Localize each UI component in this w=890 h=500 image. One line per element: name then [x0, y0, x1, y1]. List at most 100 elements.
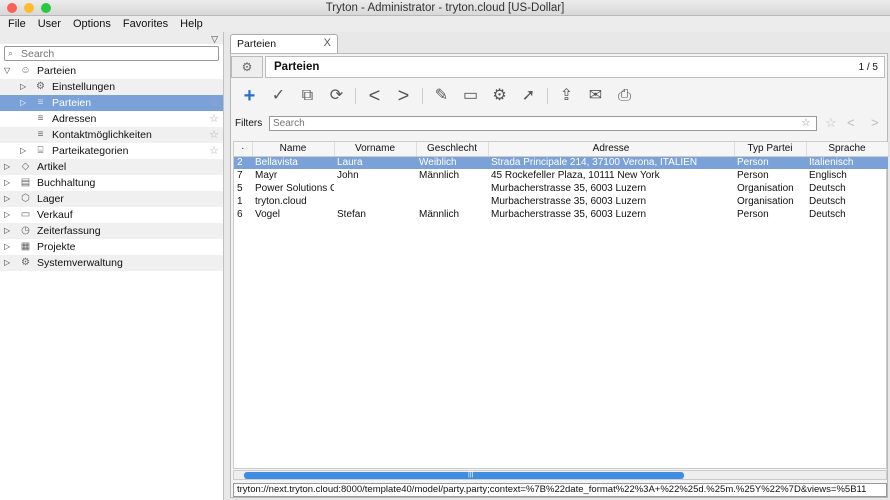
menu-file[interactable]: File	[8, 16, 26, 32]
previous-button[interactable]: <	[360, 85, 389, 107]
url-field[interactable]: tryton://next.tryton.cloud:8000/template…	[233, 483, 887, 497]
sidebar-item-systemverwaltung[interactable]: ▷ ⚙ Systemverwaltung	[0, 255, 223, 271]
cell-sprache: Deutsch	[809, 196, 846, 207]
column-header-typ[interactable]: Typ Partei	[734, 142, 807, 157]
favorite-star-icon[interactable]: ☆	[209, 95, 219, 111]
close-window-button[interactable]	[7, 3, 17, 13]
cell-name: Mayr	[255, 170, 278, 181]
sidebar-search: ⌕	[4, 46, 219, 61]
sidebar-item-parteien[interactable]: ▽ ☺ Parteien	[0, 63, 223, 79]
horizontal-scrollbar[interactable]: |||	[233, 470, 887, 480]
table-row[interactable]: 1 tryton.cloud Murbacherstrasse 35, 6003…	[234, 195, 888, 208]
new-record-button[interactable]: +	[235, 85, 264, 107]
sidebar-item-einstellungen[interactable]: ▷ ⚙ Einstellungen	[0, 79, 223, 95]
collapsed-triangle-icon[interactable]: ▷	[4, 159, 10, 175]
sidebar-item-zeiterfassung[interactable]: ▷ ◷ Zeiterfassung	[0, 223, 223, 239]
cell-geschlecht: Männlich	[419, 209, 460, 220]
column-header-geschlecht[interactable]: Geschlecht	[416, 142, 489, 157]
row-id: 5	[237, 183, 243, 194]
sidebar-item-lager[interactable]: ▷ ⬡ Lager	[0, 191, 223, 207]
table-row[interactable]: 6 Vogel Stefan Männlich Murbacherstrasse…	[234, 208, 888, 221]
close-tab-icon[interactable]: X	[324, 37, 331, 49]
note-icon[interactable]: ▭	[456, 85, 485, 107]
next-button[interactable]: >	[389, 85, 418, 107]
toolbar: + ✓ ⧉ ⟳ < > ✎ ▭ ⚙ ➚ ⇪ ✉ ⎙	[235, 84, 639, 108]
collapsed-triangle-icon[interactable]: ▷	[4, 223, 10, 239]
window-title: Tryton - Administrator - tryton.cloud [U…	[325, 2, 565, 14]
table-header: · Name Vorname Geschlecht Adresse Typ Pa…	[234, 142, 889, 157]
menu-options[interactable]: Options	[73, 16, 111, 32]
collapsed-triangle-icon[interactable]: ▷	[4, 191, 10, 207]
sidebar-item-label: Parteien	[37, 65, 77, 77]
tab-parteien[interactable]: Parteien X	[230, 34, 338, 54]
cell-typ: Person	[734, 156, 806, 169]
tag-icon: ◇	[21, 161, 30, 172]
tab-strip: Parteien X	[228, 32, 890, 54]
cell-adresse: Strada Principale 214, 37100 Verona, ITA…	[488, 156, 734, 169]
duplicate-button[interactable]: ⧉	[293, 85, 322, 107]
sidebar-search-input[interactable]	[5, 47, 218, 60]
filter-previous-icon[interactable]: <	[847, 115, 855, 130]
table-row[interactable]: 7 Mayr John Männlich 45 Rockefeller Plaz…	[234, 169, 888, 182]
email-icon[interactable]: ✉	[581, 85, 610, 107]
sidebar-item-parteikategorien[interactable]: ▷ ⌸ Parteikategorien ☆	[0, 143, 223, 159]
print-icon[interactable]: ⎙	[610, 85, 639, 107]
column-header-vorname[interactable]: Vorname	[334, 142, 417, 157]
menu-user[interactable]: User	[38, 16, 61, 32]
menu-favorites[interactable]: Favorites	[123, 16, 168, 32]
cell-adresse: Murbacherstrasse 35, 6003 Luzern	[491, 183, 647, 194]
collapsed-triangle-icon[interactable]: ▷	[4, 255, 10, 271]
expanded-triangle-icon[interactable]: ▽	[4, 63, 10, 79]
sidebar-item-parteien-list[interactable]: ▷ ≡ Parteien ☆	[0, 95, 223, 111]
minimize-window-button[interactable]	[24, 3, 34, 13]
filter-search-input[interactable]	[270, 117, 816, 130]
select-column-header[interactable]: ·	[234, 142, 253, 157]
bookmark-star-icon[interactable]: ☆	[801, 116, 811, 129]
column-header-sprache[interactable]: Sprache	[806, 142, 889, 157]
action-gear-icon[interactable]: ⚙	[485, 85, 514, 107]
scrollbar-thumb[interactable]: |||	[244, 471, 684, 479]
cell-typ: Organisation	[737, 183, 794, 194]
favorite-star-icon[interactable]: ☆	[209, 111, 219, 127]
sidebar-item-projekte[interactable]: ▷ ▦ Projekte	[0, 239, 223, 255]
column-header-adresse[interactable]: Adresse	[488, 142, 735, 157]
sidebar-item-adressen[interactable]: ≡ Adressen ☆	[0, 111, 223, 127]
sidebar-item-verkauf[interactable]: ▷ ▭ Verkauf	[0, 207, 223, 223]
sidebar-item-kontaktmoeglichkeiten[interactable]: ≡ Kontaktmöglichkeiten ☆	[0, 127, 223, 143]
collapsed-triangle-icon[interactable]: ▷	[20, 79, 26, 95]
sidebar-item-label: Projekte	[37, 241, 76, 253]
filter-next-icon[interactable]: >	[871, 115, 879, 130]
gear-icon[interactable]: ⚙	[231, 56, 263, 78]
reload-button[interactable]: ⟳	[322, 85, 351, 107]
favorite-star-icon[interactable]: ☆	[209, 143, 219, 159]
zoom-window-button[interactable]	[41, 3, 51, 13]
form-panel: ⚙ Parteien 1 / 5 + ✓ ⧉ ⟳ < > ✎ ▭ ⚙ ➚ ⇪ ✉…	[230, 53, 889, 498]
column-header-name[interactable]: Name	[252, 142, 335, 157]
collapsed-triangle-icon[interactable]: ▷	[20, 143, 26, 159]
sidebar-item-artikel[interactable]: ▷ ◇ Artikel	[0, 159, 223, 175]
favorite-star-icon[interactable]: ☆	[825, 115, 837, 131]
relate-icon[interactable]: ➚	[514, 85, 543, 107]
export-icon[interactable]: ⇪	[552, 85, 581, 107]
table-row[interactable]: 2 Bellavista Laura Weiblich Strada Princ…	[234, 156, 888, 169]
collapsed-triangle-icon[interactable]: ▷	[4, 175, 10, 191]
table-row[interactable]: 5 Power Solutions G Murbacherstrasse 35,…	[234, 182, 888, 195]
cell-adresse: Murbacherstrasse 35, 6003 Luzern	[491, 209, 647, 220]
collapse-triangle-icon[interactable]: ▽	[211, 34, 218, 45]
search-icon: ⌕	[8, 48, 14, 58]
collapsed-triangle-icon[interactable]: ▷	[4, 239, 10, 255]
save-button[interactable]: ✓	[264, 85, 293, 107]
cell-name: tryton.cloud	[255, 196, 307, 207]
attachment-icon[interactable]: ✎	[427, 85, 456, 107]
sidebar-item-label: Artikel	[37, 161, 67, 173]
gear-icon: ⚙	[21, 257, 30, 268]
cell-sprache: Italienisch	[806, 156, 888, 169]
collapsed-triangle-icon[interactable]: ▷	[4, 207, 10, 223]
favorite-star-icon[interactable]: ☆	[209, 127, 219, 143]
menu-help[interactable]: Help	[180, 16, 203, 32]
sidebar-item-buchhaltung[interactable]: ▷ ▤ Buchhaltung	[0, 175, 223, 191]
collapsed-triangle-icon[interactable]: ▷	[20, 95, 26, 111]
row-id: 7	[237, 170, 243, 181]
clock-icon: ◷	[21, 225, 30, 236]
sidebar-item-label: Zeiterfassung	[37, 225, 101, 237]
